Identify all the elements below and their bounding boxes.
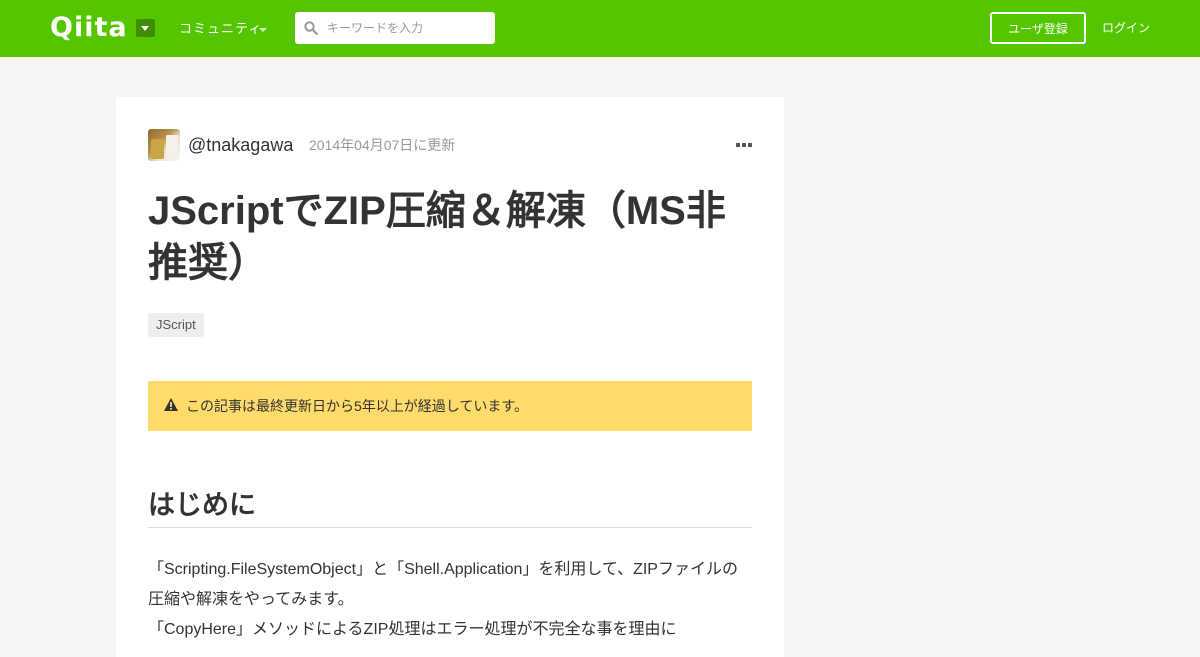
more-icon[interactable] — [736, 142, 752, 148]
body-line: 「CopyHere」メソッドによるZIP処理はエラー処理が不完全な事を理由に — [148, 621, 677, 638]
signup-button[interactable]: ユーザ登録 — [990, 12, 1086, 44]
search-input[interactable] — [327, 12, 487, 44]
qiita-logo[interactable]: Qiita — [50, 13, 128, 43]
author-name[interactable]: @tnakagawa — [188, 134, 293, 156]
outdated-notice: この記事は最終更新日から5年以上が経過しています。 — [148, 381, 752, 431]
section-heading: はじめに — [148, 487, 752, 528]
logo-dropdown-button[interactable] — [136, 19, 155, 37]
author-avatar[interactable] — [148, 129, 180, 161]
updated-date: 2014年04月07日に更新 — [309, 137, 456, 153]
tag-jscript[interactable]: JScript — [148, 313, 204, 337]
search-box — [295, 12, 495, 44]
body-line: 圧縮や解凍をやってみます。 — [148, 591, 354, 608]
article-body: 「Scripting.FileSystemObject」と「Shell.Appl… — [148, 555, 752, 645]
article-title: JScriptでZIP圧縮＆解凍（MS非推奨） — [148, 189, 726, 285]
community-menu[interactable]: コミュニティ — [179, 20, 262, 38]
chevron-down-icon — [259, 28, 267, 32]
login-link[interactable]: ログイン — [1102, 20, 1150, 36]
article-card: @tnakagawa 2014年04月07日に更新 JScriptでZIP圧縮＆… — [116, 97, 784, 657]
site-header: Qiita コミュニティ ユーザ登録 ログイン — [0, 0, 1200, 57]
body-line: 「Scripting.FileSystemObject」と「Shell.Appl… — [148, 561, 738, 578]
warning-icon — [164, 398, 178, 411]
notice-text: この記事は最終更新日から5年以上が経過しています。 — [186, 398, 528, 414]
search-icon — [304, 21, 318, 35]
